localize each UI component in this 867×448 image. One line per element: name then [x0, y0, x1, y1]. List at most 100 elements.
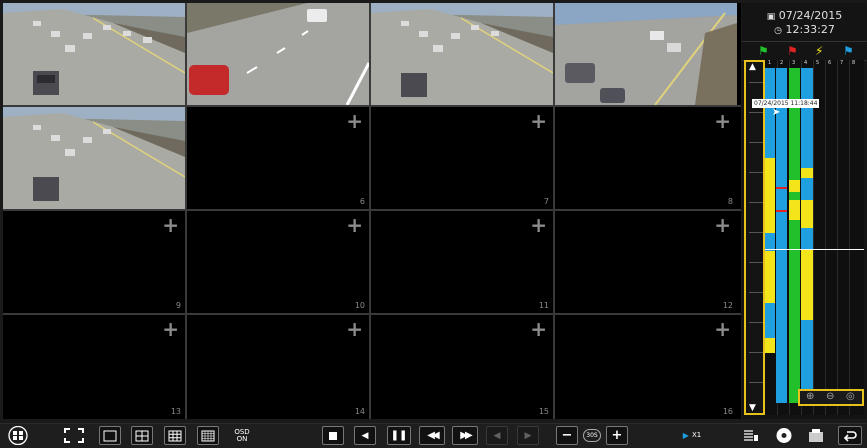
fullscreen-button[interactable] — [62, 426, 86, 445]
track-1-segment — [765, 158, 775, 233]
track-divider — [849, 60, 850, 415]
track-divider — [837, 60, 838, 415]
time-tick — [749, 322, 763, 323]
camera-cell-11[interactable]: + 11 — [371, 211, 553, 313]
camera-grid: + 6 + 7 + 8 + 9 + 10 + 11 + 12 + 13 + 14… — [3, 3, 741, 419]
camera-cell-7[interactable]: + 7 — [371, 107, 553, 209]
rewind-button[interactable]: ◀◀ — [419, 426, 445, 445]
add-camera-icon[interactable]: + — [346, 319, 363, 339]
camera-cell-8[interactable]: + 8 — [555, 107, 737, 209]
layout-menu-button[interactable] — [3, 426, 33, 445]
event-list-icon — [744, 429, 758, 441]
fast-forward-icon: ▶▶ — [460, 430, 473, 441]
time-tick — [749, 232, 763, 233]
playback-screen: + 6 + 7 + 8 + 9 + 10 + 11 + 12 + 13 + 14… — [0, 0, 867, 448]
next-frame-icon: ▶ — [524, 430, 532, 441]
add-camera-icon[interactable]: + — [714, 215, 731, 235]
step-plus-button[interactable]: + — [606, 426, 628, 445]
osd-toggle-button[interactable]: OSD ON — [229, 426, 255, 445]
add-camera-icon[interactable]: + — [714, 111, 731, 131]
motion-record-icon[interactable]: ⚡ — [815, 44, 823, 58]
camera-cell-1[interactable] — [3, 3, 185, 105]
normal-record-flag-icon[interactable]: ⚑ — [758, 44, 769, 58]
playback-speed: ▶ X1 — [678, 426, 706, 445]
mouse-cursor-icon: ➤ — [772, 107, 781, 118]
cell-number: 13 — [170, 407, 181, 416]
manual-record-flag-icon[interactable]: ⚑ — [843, 44, 854, 58]
camera-cell-6[interactable]: + 6 — [187, 107, 369, 209]
channel-number: 5 — [816, 60, 820, 66]
layout-4-button[interactable] — [131, 426, 153, 445]
add-camera-icon[interactable]: + — [714, 319, 731, 339]
cell-number: 12 — [722, 301, 733, 310]
playback-position-line[interactable] — [765, 249, 864, 250]
play-speed-icon: ▶ — [682, 431, 689, 440]
camera-cell-14[interactable]: + 14 — [187, 315, 369, 419]
cell-number: 9 — [175, 301, 181, 310]
add-camera-icon[interactable]: + — [346, 215, 363, 235]
alarm-record-flag-icon[interactable]: ⚑ — [787, 44, 798, 58]
date-text: 07/24/2015 — [778, 9, 843, 22]
track-2-segment — [776, 293, 787, 403]
zoom-out-icon[interactable]: ⊖ — [826, 391, 834, 402]
stop-button[interactable] — [322, 426, 344, 445]
zoom-in-icon[interactable]: ⊕ — [806, 391, 814, 402]
scroll-up-icon[interactable]: ▲ — [749, 62, 756, 72]
add-camera-icon[interactable]: + — [162, 319, 179, 339]
track-2-segment — [776, 68, 787, 128]
track-1-segment — [765, 338, 775, 353]
alarm-marker — [776, 187, 787, 189]
layout-9-button[interactable] — [164, 426, 186, 445]
rewind-icon: ◀◀ — [427, 430, 440, 441]
camera-cell-15[interactable]: + 15 — [371, 315, 553, 419]
add-camera-icon[interactable]: + — [346, 111, 363, 131]
layout-16-button[interactable] — [197, 426, 219, 445]
time-scale[interactable]: ▲ ▼ — [744, 60, 765, 415]
event-list-button[interactable] — [740, 426, 762, 445]
grid-divider — [3, 209, 741, 211]
step-minus-button[interactable]: − — [556, 426, 578, 445]
camera-feed-1 — [3, 3, 185, 105]
track-2-segment — [776, 223, 787, 293]
camera-cell-2[interactable] — [187, 3, 369, 105]
track-3-segment — [789, 200, 800, 220]
camera-cell-12[interactable]: + 12 — [555, 211, 737, 313]
scroll-down-icon[interactable]: ▼ — [749, 403, 756, 413]
previous-frame-button[interactable]: ◀ — [486, 426, 508, 445]
timeline-zoom-controls: ⊕ ⊖ ◎ — [798, 389, 864, 406]
playback-panel: ▣ 07/24/2015 ◷ 12:33:27 ⚑ ⚑ ⚡ ⚑ ▲ ▼ 1 2 … — [742, 3, 867, 419]
add-camera-icon[interactable]: + — [162, 215, 179, 235]
pause-button[interactable]: ❚❚ — [387, 426, 411, 445]
camera-feed-5 — [3, 107, 185, 209]
add-camera-icon[interactable]: + — [530, 111, 547, 131]
cell-number: 6 — [359, 197, 365, 206]
time-tick — [749, 262, 763, 263]
grid-divider — [3, 313, 741, 315]
reverse-play-icon: ◀ — [361, 430, 369, 441]
time-tick — [749, 202, 763, 203]
camera-cell-3[interactable] — [371, 3, 553, 105]
track-1-segment — [765, 251, 775, 303]
track-divider — [813, 60, 814, 415]
camera-cell-16[interactable]: + 16 — [555, 315, 737, 419]
track-4-segment — [801, 168, 813, 178]
camera-cell-4[interactable] — [555, 3, 737, 105]
add-camera-icon[interactable]: + — [530, 215, 547, 235]
track-4-segment — [801, 200, 813, 228]
track-3-segment — [789, 180, 800, 192]
grid-divider — [3, 105, 741, 107]
reverse-play-button[interactable]: ◀ — [354, 426, 376, 445]
next-frame-button[interactable]: ▶ — [517, 426, 539, 445]
camera-cell-9[interactable]: + 9 — [3, 211, 185, 313]
add-camera-icon[interactable]: + — [530, 319, 547, 339]
layout-1-button[interactable] — [99, 426, 121, 445]
exit-button[interactable] — [838, 426, 862, 445]
zoom-reset-icon[interactable]: ◎ — [846, 391, 855, 402]
camera-cell-10[interactable]: + 10 — [187, 211, 369, 313]
snapshot-button[interactable] — [805, 426, 827, 445]
backup-button[interactable] — [772, 426, 796, 445]
previous-frame-icon: ◀ — [493, 430, 501, 441]
fast-forward-button[interactable]: ▶▶ — [452, 426, 478, 445]
camera-cell-5[interactable] — [3, 107, 185, 209]
camera-cell-13[interactable]: + 13 — [3, 315, 185, 419]
